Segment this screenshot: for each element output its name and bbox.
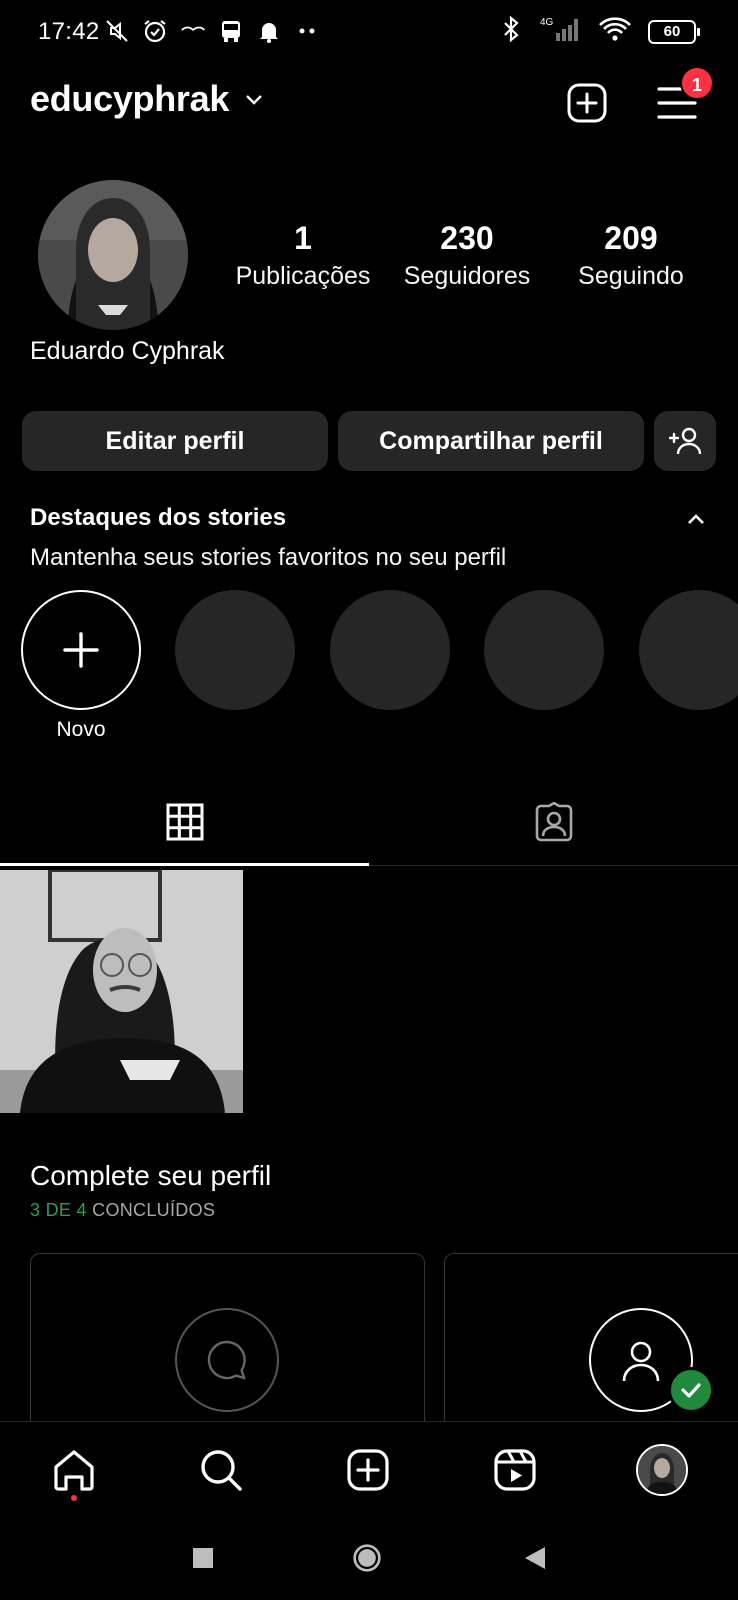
- complete-profile-progress: 3 DE 4 CONCLUÍDOS: [30, 1200, 215, 1221]
- chevron-down-icon: [243, 88, 265, 110]
- back-triangle-icon: [525, 1547, 545, 1569]
- home-icon: [54, 1450, 94, 1491]
- bottom-navigation: [0, 1421, 738, 1521]
- grid-icon: [166, 803, 203, 840]
- stat-value: 1: [294, 220, 312, 256]
- discover-people-button[interactable]: [654, 411, 716, 471]
- alarm-icon: [142, 18, 168, 44]
- tab-posts-grid[interactable]: [0, 780, 369, 866]
- add-square-icon: [567, 83, 607, 123]
- create-icon: [347, 1449, 389, 1491]
- stat-value: 209: [604, 220, 658, 256]
- nav-search[interactable]: [193, 1442, 249, 1498]
- new-highlight-label: Novo: [56, 718, 106, 741]
- highlight-placeholder: [175, 590, 295, 710]
- bus-icon: [218, 18, 244, 44]
- search-icon: [201, 1450, 242, 1491]
- mute-icon: [104, 18, 130, 44]
- square-icon: [193, 1548, 213, 1568]
- stat-label: Publicações: [235, 262, 371, 290]
- completed-check-icon: [668, 1367, 714, 1413]
- user-icon: [622, 1341, 660, 1382]
- circle-icon: [353, 1544, 381, 1572]
- stat-followers[interactable]: 230 Seguidores: [382, 218, 552, 294]
- edit-profile-button[interactable]: Editar perfil: [22, 411, 328, 471]
- bell-icon: [256, 18, 282, 44]
- status-bar: 17:42 4G 60: [0, 0, 738, 66]
- new-highlight-button[interactable]: [21, 590, 141, 710]
- nav-create[interactable]: [340, 1442, 396, 1498]
- recents-button[interactable]: [188, 1543, 218, 1573]
- display-name: Eduardo Cyphrak: [30, 337, 225, 365]
- highlights-subtitle: Mantenha seus stories favoritos no seu p…: [30, 544, 507, 571]
- highlight-placeholder: [639, 590, 738, 710]
- wifi-icon: [598, 16, 632, 42]
- stat-label: Seguidores: [403, 262, 531, 290]
- stat-posts[interactable]: 1 Publicações: [218, 218, 388, 294]
- add-user-icon: [668, 427, 702, 455]
- speech-bubble-icon: [207, 1340, 246, 1380]
- network-type: 4G: [540, 17, 554, 28]
- plus-icon: [63, 632, 99, 668]
- complete-profile-title: Complete seu perfil: [30, 1160, 272, 1191]
- stat-following[interactable]: 209 Seguindo: [546, 218, 716, 294]
- stat-value: 230: [440, 220, 494, 256]
- post-thumbnail[interactable]: [0, 870, 243, 1113]
- profile-avatar-small: [636, 1444, 688, 1496]
- stat-label: Seguindo: [578, 262, 684, 290]
- bluetooth-icon: [498, 15, 524, 43]
- account-switcher[interactable]: educyphrak: [30, 78, 265, 120]
- chevron-up-icon[interactable]: [684, 508, 708, 532]
- tagged-icon: [535, 802, 572, 842]
- home-system-button[interactable]: [352, 1543, 382, 1573]
- system-navigation: [0, 1521, 738, 1600]
- status-time: 17:42: [38, 18, 100, 45]
- share-profile-button[interactable]: Compartilhar perfil: [338, 411, 644, 471]
- username: educyphrak: [30, 78, 230, 119]
- ifood-icon: [180, 18, 206, 44]
- more-dots-icon: [294, 18, 320, 44]
- nav-reels[interactable]: [487, 1442, 543, 1498]
- reels-icon: [494, 1449, 536, 1491]
- profile-tabs: [0, 780, 738, 866]
- nav-profile[interactable]: [634, 1442, 690, 1498]
- profile-header: educyphrak 1: [0, 66, 738, 138]
- signal-4g-icon: 4G: [538, 16, 584, 42]
- battery-indicator: 60: [648, 20, 700, 44]
- home-activity-dot: [71, 1495, 77, 1501]
- notification-badge: 1: [680, 66, 714, 100]
- create-post-button[interactable]: [564, 80, 610, 126]
- highlight-placeholder: [330, 590, 450, 710]
- highlight-placeholder: [484, 590, 604, 710]
- complete-profile-card-bio[interactable]: [30, 1253, 425, 1423]
- highlights-title: Destaques dos stories: [30, 504, 287, 531]
- progress-rest: CONCLUÍDOS: [92, 1200, 216, 1220]
- back-button[interactable]: [520, 1543, 550, 1573]
- progress-done: 3 DE 4: [30, 1200, 87, 1220]
- bio-ring: [175, 1308, 279, 1412]
- nav-home[interactable]: [46, 1442, 102, 1498]
- profile-avatar[interactable]: [38, 180, 188, 330]
- tab-tagged[interactable]: [369, 780, 738, 866]
